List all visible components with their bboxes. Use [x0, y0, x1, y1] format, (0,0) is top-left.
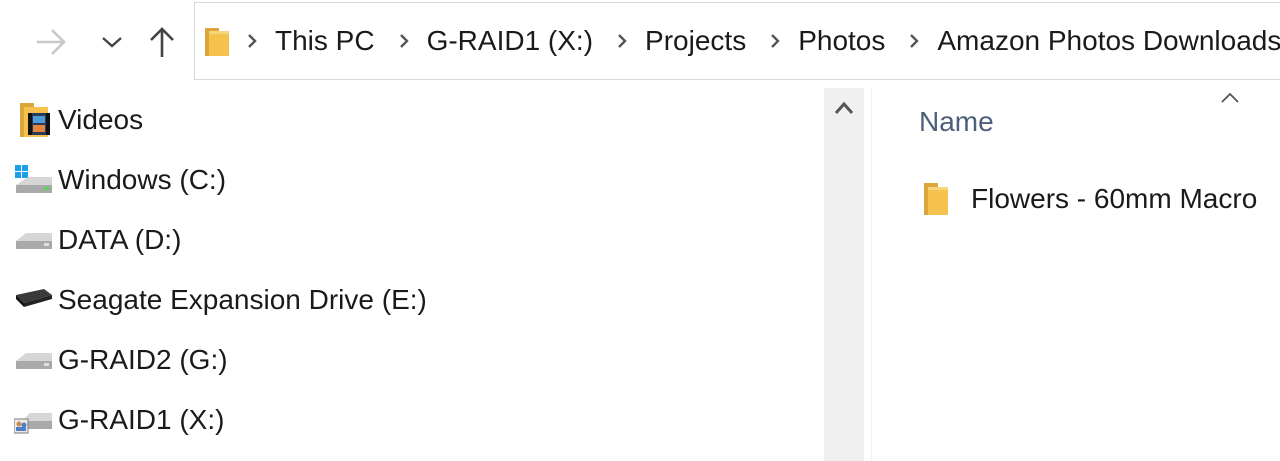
drive-icon	[14, 220, 54, 260]
nav-item-label: Videos	[58, 104, 144, 135]
chevron-right-icon[interactable]	[245, 31, 259, 51]
forward-button[interactable]	[30, 20, 74, 64]
nav-item-data-d[interactable]: DATA (D:)	[0, 210, 820, 270]
scroll-up-button[interactable]	[824, 88, 864, 128]
nav-item-g-raid1-x[interactable]: G-RAID1 (X:)	[0, 390, 820, 450]
nav-item-g-raid2-g[interactable]: G-RAID2 (G:)	[0, 330, 820, 390]
up-button[interactable]	[140, 20, 184, 64]
breadcrumb-amazon-photos-downloads[interactable]: Amazon Photos Downloads	[937, 3, 1280, 79]
recent-locations-button[interactable]	[90, 20, 134, 64]
column-header-name[interactable]: Name	[919, 106, 994, 138]
drive-icon	[14, 340, 54, 380]
list-item[interactable]: Flowers - 60mm Macro	[922, 174, 1280, 224]
network-drive-icon	[14, 400, 54, 440]
breadcrumb-projects[interactable]: Projects	[645, 3, 746, 79]
chevron-right-icon[interactable]	[907, 31, 921, 51]
chevron-up-icon	[834, 101, 854, 114]
file-name: Flowers - 60mm Macro	[971, 183, 1258, 214]
nav-item-videos[interactable]: Videos	[0, 90, 820, 150]
file-list: Name Flowers - 60mm Macro	[872, 88, 1280, 461]
nav-item-windows-c[interactable]: Windows (C:)	[0, 150, 820, 210]
videos-folder-icon	[14, 100, 54, 140]
chevron-right-icon[interactable]	[615, 31, 629, 51]
nav-item-label: DATA (D:)	[58, 224, 182, 255]
nav-item-label: G-RAID1 (X:)	[58, 404, 225, 435]
nav-item-seagate-e[interactable]: Seagate Expansion Drive (E:)	[0, 270, 820, 330]
chevron-down-icon	[102, 37, 122, 48]
folder-icon	[205, 28, 229, 56]
external-drive-icon	[14, 280, 54, 320]
chevron-right-icon[interactable]	[768, 31, 782, 51]
navigation-bar: This PC G-RAID1 (X:) Projects Photos Ama…	[0, 0, 1280, 88]
nav-item-label: G-RAID2 (G:)	[58, 344, 228, 375]
breadcrumb-photos[interactable]: Photos	[798, 3, 885, 79]
nav-item-label: Seagate Expansion Drive (E:)	[58, 284, 427, 315]
address-bar[interactable]: This PC G-RAID1 (X:) Projects Photos Ama…	[194, 2, 1280, 80]
nav-item-label: Windows (C:)	[58, 164, 227, 195]
sort-ascending-icon	[1221, 92, 1239, 103]
breadcrumb-g-raid1[interactable]: G-RAID1 (X:)	[427, 3, 593, 79]
breadcrumb-this-pc[interactable]: This PC	[275, 3, 375, 79]
navigation-pane: Videos Windows (C:) DATA (D:) Seagate Ex…	[0, 88, 824, 461]
nav-pane-scrollbar[interactable]	[824, 88, 864, 461]
pane-divider[interactable]	[864, 88, 872, 461]
arrow-right-icon	[36, 29, 66, 55]
chevron-right-icon[interactable]	[397, 31, 411, 51]
folder-icon	[924, 183, 948, 215]
arrow-up-icon	[150, 27, 174, 57]
windows-drive-icon	[14, 160, 54, 200]
